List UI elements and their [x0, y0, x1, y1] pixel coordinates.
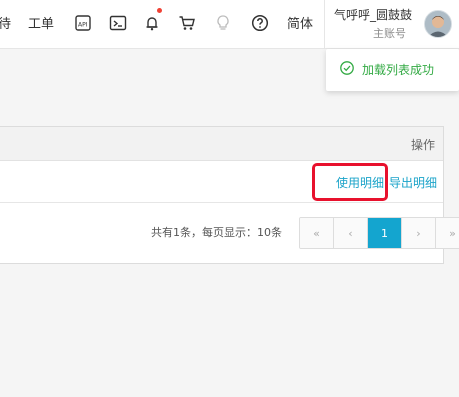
nav-item-fragment[interactable]: 待 [0, 13, 11, 32]
pagination-info: 共有1条，每页显示：10条 [151, 226, 282, 239]
table-header: 操作 [0, 127, 443, 161]
export-detail-link[interactable]: 导出明细 [389, 174, 437, 191]
last-page-button[interactable]: » [436, 218, 459, 248]
first-page-button[interactable]: « [300, 218, 334, 248]
bell-icon[interactable] [141, 12, 163, 34]
check-circle-icon [340, 61, 354, 75]
annotation-highlight-box [312, 163, 388, 201]
pagination-buttons: « ‹ 1 › » [299, 217, 459, 249]
terminal-icon[interactable] [107, 12, 129, 34]
user-name: 气呼呼_圆鼓鼓 [334, 8, 413, 22]
api-icon[interactable]: API [72, 12, 94, 34]
nav-tickets[interactable]: 工单 [28, 13, 54, 32]
toast-message: 加载列表成功 [362, 63, 435, 77]
cart-icon[interactable] [176, 12, 198, 34]
user-role: 主账号 [373, 27, 406, 40]
bulb-icon[interactable] [212, 12, 234, 34]
pagination: 共有1条，每页显示：10条 « ‹ 1 › » [0, 203, 459, 263]
avatar[interactable] [424, 10, 452, 38]
notification-dot [157, 8, 162, 13]
column-header-actions: 操作 [410, 138, 435, 152]
next-page-button[interactable]: › [402, 218, 436, 248]
page-1-button[interactable]: 1 [368, 218, 402, 248]
prev-page-button[interactable]: ‹ [334, 218, 368, 248]
help-icon[interactable] [249, 12, 271, 34]
svg-text:API: API [78, 22, 88, 29]
language-switch[interactable]: 简体 [287, 13, 313, 32]
user-menu[interactable]: 气呼呼_圆鼓鼓 主账号 [324, 0, 459, 48]
success-toast: 加载列表成功 [326, 49, 459, 91]
top-navbar: 待 工单 API 简体 气呼呼_圆鼓鼓 主账号 [0, 0, 459, 49]
